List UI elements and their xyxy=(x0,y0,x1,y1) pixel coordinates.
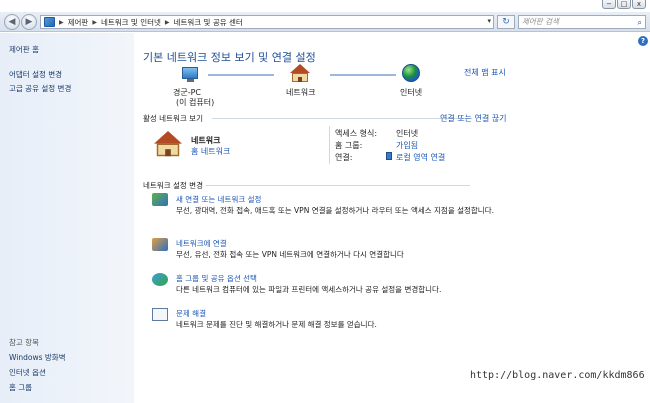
help-icon[interactable]: ? xyxy=(638,36,648,46)
chevron-down-icon[interactable]: ▾ xyxy=(487,17,491,25)
connect-network-icon xyxy=(152,238,168,251)
window-controls: − □ x xyxy=(602,0,646,10)
vertical-divider xyxy=(329,126,330,164)
breadcrumb-network-internet[interactable]: 네트워크 및 인터넷 xyxy=(101,17,161,28)
homegroup-label: 홈 그룹: xyxy=(335,141,363,150)
sidebar-item-advanced-sharing[interactable]: 고급 공유 설정 변경 xyxy=(9,83,71,94)
sidebar-item-firewall[interactable]: Windows 방화벽 xyxy=(9,352,66,363)
internet-globe-icon xyxy=(402,64,420,82)
troubleshoot-icon xyxy=(152,308,168,321)
task-homegroup-sharing-link[interactable]: 홈 그룹 및 공유 옵션 선택 xyxy=(176,273,257,284)
breadcrumb-separator-icon: ▶ xyxy=(164,18,170,26)
main-content: ? 기본 네트워크 정보 보기 및 연결 설정 전체 맵 표시 경군-PC (이… xyxy=(134,33,650,403)
sidebar-item-homegroup[interactable]: 홈 그룹 xyxy=(9,382,32,393)
address-box[interactable]: ▶ 제어판 ▶ 네트워크 및 인터넷 ▶ 네트워크 및 공유 센터 ▾ xyxy=(40,15,494,29)
homegroup-sharing-icon xyxy=(152,273,168,286)
sidebar-item-adapter-settings[interactable]: 어댑터 설정 변경 xyxy=(9,69,62,80)
pc-subtitle: (이 컴퓨터) xyxy=(176,98,215,107)
section-divider xyxy=(212,118,470,119)
breadcrumb-separator-icon: ▶ xyxy=(59,18,64,26)
see-also-heading: 참고 항목 xyxy=(9,338,39,347)
computer-icon xyxy=(182,67,198,82)
new-connection-icon xyxy=(152,193,168,206)
local-connection-icon xyxy=(386,152,392,160)
map-network-label: 네트워크 xyxy=(286,88,316,97)
task-connect-network-desc: 무선, 유선, 전화 접속 또는 VPN 네트워크에 연결하거나 다시 연결합니… xyxy=(176,250,404,259)
local-connection-link[interactable]: 로컬 영역 연결 xyxy=(396,152,445,163)
map-connector-line xyxy=(330,74,396,76)
section-divider xyxy=(206,185,470,186)
change-settings-heading: 네트워크 설정 변경 xyxy=(143,181,203,190)
address-toolbar: ◀ ▶ ▶ 제어판 ▶ 네트워크 및 인터넷 ▶ 네트워크 및 공유 센터 ▾ … xyxy=(0,12,650,32)
home-network-icon xyxy=(154,131,182,157)
minimize-button[interactable]: − xyxy=(602,0,616,9)
task-troubleshoot-desc: 네트워크 문제를 진단 및 해결하거나 문제 해결 정보를 얻습니다. xyxy=(176,320,377,329)
network-name: 네트워크 xyxy=(191,136,221,145)
refresh-button[interactable]: ↻ xyxy=(497,15,515,29)
map-internet-label: 인터넷 xyxy=(400,88,423,97)
network-type-link[interactable]: 홈 네트워크 xyxy=(191,146,230,157)
home-network-icon xyxy=(290,64,310,82)
breadcrumb-network-sharing-center[interactable]: 네트워크 및 공유 센터 xyxy=(174,17,243,28)
connect-disconnect-link[interactable]: 연결 또는 연결 끊기 xyxy=(440,113,507,124)
maximize-button[interactable]: □ xyxy=(617,0,631,9)
access-type-label: 액세스 형식: xyxy=(335,129,378,138)
full-map-link[interactable]: 전체 맵 표시 xyxy=(464,67,506,78)
blog-watermark: http://blog.naver.com/kkdm866 xyxy=(470,370,645,381)
back-button[interactable]: ◀ xyxy=(4,14,20,30)
search-input[interactable]: 제어판 검색 ⌕ xyxy=(518,15,646,29)
active-networks-heading: 활성 네트워크 보기 xyxy=(143,114,203,123)
homegroup-link[interactable]: 가입됨 xyxy=(396,140,418,151)
access-type-value: 인터넷 xyxy=(396,129,419,138)
sidebar: 제어판 홈 어댑터 설정 변경 고급 공유 설정 변경 참고 항목 Window… xyxy=(0,33,134,403)
close-button[interactable]: x xyxy=(632,0,646,9)
task-connect-network-link[interactable]: 네트워크에 연결 xyxy=(176,238,227,249)
page-title: 기본 네트워크 정보 보기 및 연결 설정 xyxy=(143,51,316,64)
task-new-connection-desc: 무선, 광대역, 전화 접속, 애드혹 또는 VPN 연결을 설정하거나 라우터… xyxy=(176,206,494,215)
sidebar-control-panel-home[interactable]: 제어판 홈 xyxy=(9,44,39,55)
task-troubleshoot-link[interactable]: 문제 해결 xyxy=(176,308,206,319)
sidebar-item-internet-options[interactable]: 인터넷 옵션 xyxy=(9,367,46,378)
task-homegroup-sharing-desc: 다른 네트워크 컴퓨터에 있는 파일과 프린터에 액세스하거나 공유 설정을 변… xyxy=(176,285,442,294)
search-icon[interactable]: ⌕ xyxy=(638,17,642,29)
breadcrumb-control-panel[interactable]: 제어판 xyxy=(68,17,89,28)
forward-button[interactable]: ▶ xyxy=(21,14,37,30)
connections-label: 연결: xyxy=(335,153,353,162)
task-new-connection-link[interactable]: 새 연결 또는 네트워크 설정 xyxy=(176,194,261,205)
search-placeholder: 제어판 검색 xyxy=(522,17,559,26)
breadcrumb-separator-icon: ▶ xyxy=(92,18,97,26)
map-connector-line xyxy=(208,74,274,76)
control-panel-icon xyxy=(44,17,55,27)
